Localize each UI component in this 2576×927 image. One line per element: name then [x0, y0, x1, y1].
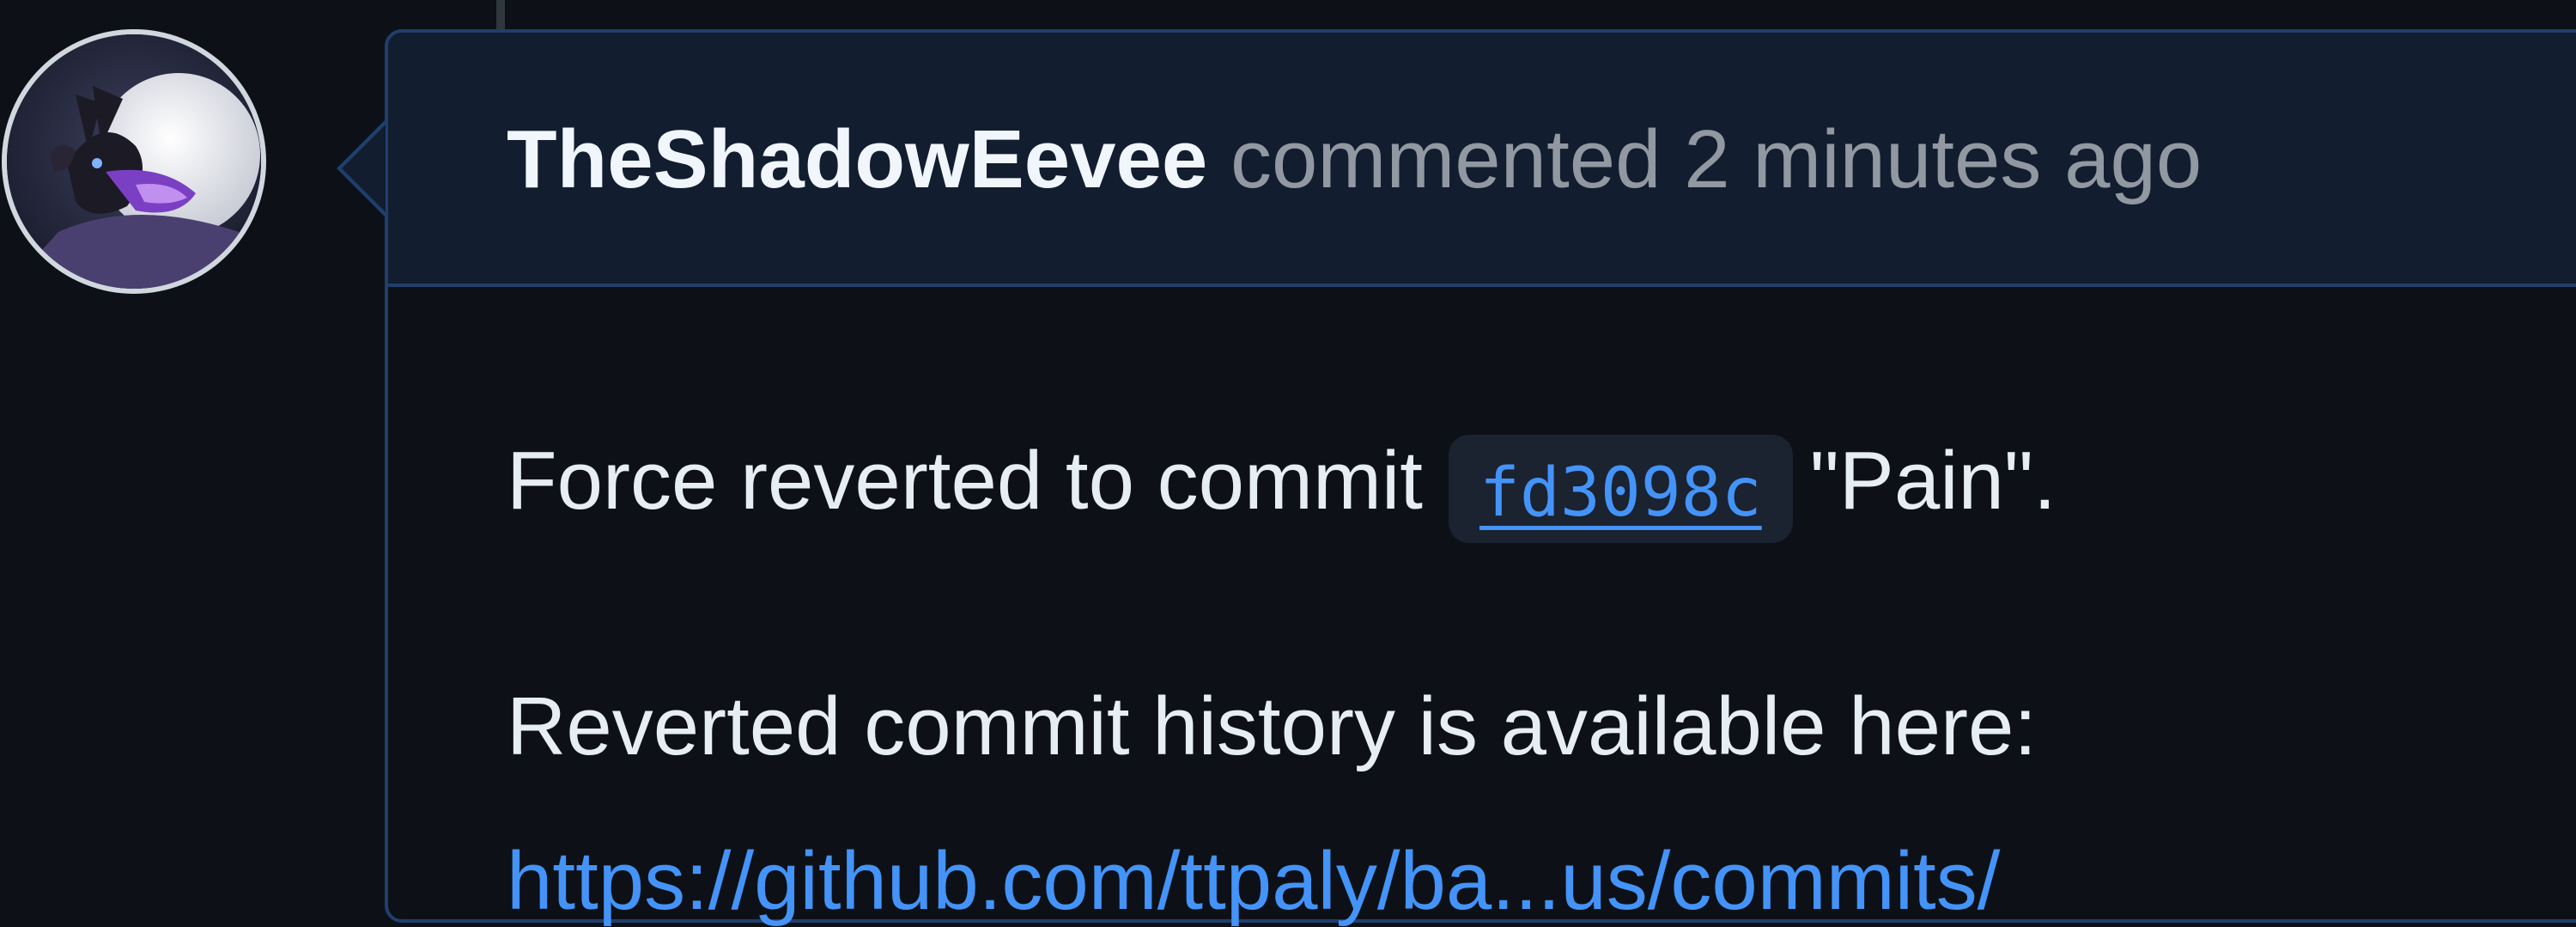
revert-text: Force reverted to commit [507, 435, 1423, 527]
eevee-avatar-icon [7, 34, 261, 289]
author-link[interactable]: TheShadowEevee [507, 113, 1207, 205]
comment-body-line-2: Reverted commit history is available her… [507, 680, 2038, 772]
author-avatar[interactable] [2, 29, 266, 294]
comment-body-line-1: Force reverted to commit fd3098c "Pain". [507, 428, 2057, 543]
history-link[interactable]: https://github.com/ttpaly/ba...us/commit… [507, 840, 2000, 923]
comment-box: TheShadowEevee commented 2 minutes ago F… [385, 29, 2576, 923]
comment-header-text: TheShadowEevee commented 2 minutes ago [507, 119, 2202, 201]
comment-timestamp[interactable]: 2 minutes ago [1684, 113, 2202, 205]
commit-message-text: "Pain". [1809, 435, 2057, 527]
comment-action: commented [1230, 113, 1662, 205]
comment-header: TheShadowEevee commented 2 minutes ago [388, 33, 2576, 287]
commit-sha-link[interactable]: fd3098c [1479, 454, 1762, 532]
comment-pointer-fill [342, 125, 386, 212]
commit-chip: fd3098c [1448, 435, 1793, 543]
